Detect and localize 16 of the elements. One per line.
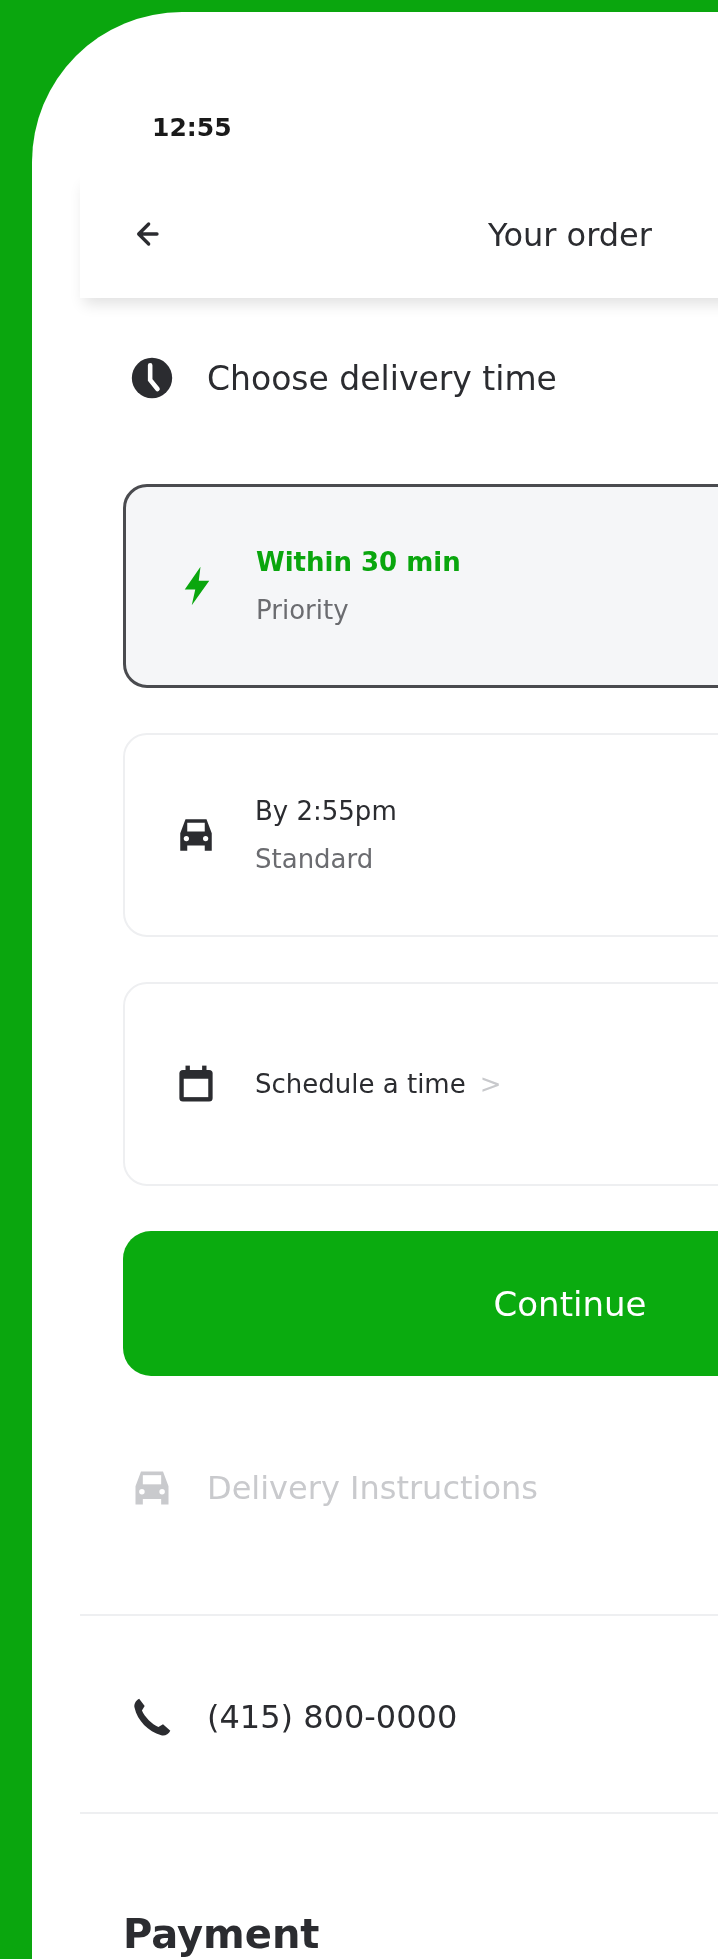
clock-icon [130,356,174,400]
status-time: 12:55 [152,112,232,144]
continue-button[interactable]: Continue [123,1231,718,1376]
section-heading: Choose delivery time [207,358,557,398]
option-title: Schedule a time [255,1069,466,1099]
option-title: By 2:55pm [255,796,397,826]
delivery-option-card[interactable]: By 2:55pm Standard [123,733,718,937]
section-heading: Payment [123,1910,320,1959]
phone-number: (415) 800-0000 [207,1698,458,1736]
option-title: Within 30 min [256,547,461,577]
page-title: Your order [488,216,652,254]
chevron-icon: > [479,1069,502,1099]
option-subtitle: Standard [255,844,375,874]
delivery-option-card[interactable]: Schedule a time > [123,982,718,1186]
delivery-option-card[interactable]: Within 30 min Priority [123,484,718,688]
option-subtitle: Priority [256,595,350,625]
